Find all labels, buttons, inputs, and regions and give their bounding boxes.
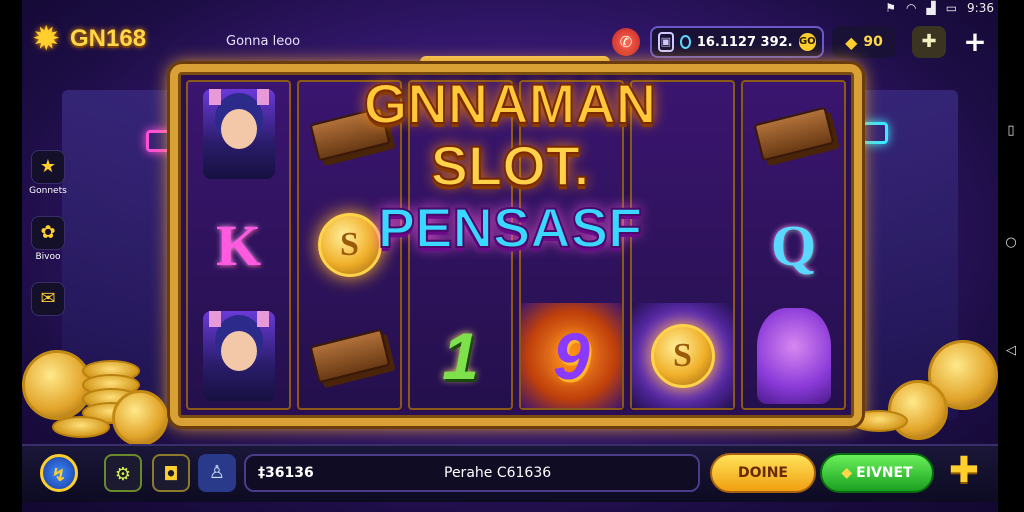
side-menu-label: Bivoo (35, 252, 61, 262)
add-button[interactable]: + (960, 28, 990, 58)
reel-cell: K (188, 193, 289, 298)
android-navbar: ▯ ○ ◁ (998, 0, 1024, 512)
coin-symbol: S (317, 213, 382, 277)
puzzle-button[interactable]: ✚ (912, 26, 946, 58)
side-menu-item-bivoo[interactable]: ✿ Bivoo (28, 216, 68, 262)
logo-text: GN168 (70, 25, 147, 52)
person-icon: ♙ (208, 462, 226, 483)
invest-label: EIVNET (856, 465, 913, 481)
back-button[interactable]: ◁ (1004, 344, 1018, 358)
number-symbol: 9 (553, 318, 590, 393)
reel-cell (743, 303, 844, 408)
reel-cell: 1 (410, 303, 511, 408)
side-menu-item-mail[interactable]: ✉ (28, 282, 68, 316)
battery-icon: ▭ (945, 1, 958, 15)
notification-icon: ⚑ (885, 1, 896, 15)
number-symbol: 1 (442, 318, 479, 393)
sun-star-icon: ✹ (32, 19, 61, 59)
chat-button[interactable]: ◘ (152, 454, 190, 492)
hero-symbol (202, 310, 275, 401)
wallet-icon: ▣ (658, 32, 674, 52)
wifi-icon: ◠ (905, 1, 917, 15)
invest-button[interactable]: ◆ EIVNET (820, 453, 934, 493)
reel-cell (521, 193, 622, 298)
coin-pile-right (848, 340, 998, 450)
reel-cell (410, 193, 511, 298)
reel-cell (188, 82, 289, 187)
reel-cell (299, 82, 400, 187)
reel-5: S (630, 80, 735, 410)
side-menu-item-gonnets[interactable]: ★ Gonnets (28, 150, 68, 196)
reel-3: 1 (408, 80, 513, 410)
reel-2: S (297, 80, 402, 410)
envelope-icon: ✉ (31, 282, 65, 316)
status-time: 9:36 (967, 1, 994, 15)
reel-6: Q (741, 80, 846, 410)
balance-amount: 16.1127 392. (696, 34, 793, 50)
reel-frame: K S 1 9 S Q (170, 64, 862, 426)
star-badge-icon: ★ (31, 150, 65, 184)
profile-button[interactable]: ♙ (198, 454, 236, 492)
logo: ✹ GN168 (32, 22, 146, 56)
gem-icon: ◆ (841, 465, 853, 481)
reel-cell-highlight: 9 (521, 303, 622, 409)
gem-counter[interactable]: ◆ 90 (832, 26, 896, 58)
status-bar: ⚑ ◠ ▟ ▭ 9:36 (885, 0, 994, 16)
gold-bar-symbol (309, 328, 390, 384)
reel-cell (521, 82, 622, 187)
reel-cell: S (299, 193, 400, 298)
puzzle-icon: ✚ (921, 31, 937, 52)
reel-4: 9 (519, 80, 624, 410)
bet-label: Perahe C61636 (444, 465, 552, 481)
lucky-bag-icon: ✿ (31, 216, 65, 250)
gear-icon: ⚙ (114, 464, 132, 485)
neon-sign-left (146, 130, 172, 152)
balance-go-button[interactable]: GO (798, 33, 816, 51)
autospin-button[interactable]: ↯ (40, 454, 78, 492)
bet-display[interactable]: ‡36136 Perahe C61636 (244, 454, 700, 492)
letter-symbol: Q (770, 212, 817, 278)
gold-bar-symbol (309, 106, 390, 162)
reel-cell (410, 82, 511, 187)
neon-sign-right (862, 122, 888, 144)
phone-icon: ✆ (619, 33, 633, 51)
coin-pile-left (22, 350, 172, 450)
reel-cell (188, 303, 289, 408)
bottom-bar: ↯ ⚙ ◘ ♙ ‡36136 Perahe C61636 DOINE ◆ EIVN… (22, 444, 998, 502)
chat-icon: ◘ (163, 464, 179, 485)
gold-gem-icon: ◆ (845, 32, 858, 52)
hero-symbol (202, 89, 275, 180)
letter-symbol: K (215, 212, 262, 278)
done-button[interactable]: DOINE (710, 453, 816, 493)
coin-symbol: S (650, 323, 715, 388)
reel-cell: Q (743, 193, 844, 298)
add-bet-button[interactable]: ✚ (944, 452, 984, 492)
reel-cell-highlight: S (632, 303, 733, 409)
reel-cell (299, 303, 400, 408)
globe-icon (679, 35, 691, 49)
recents-button[interactable]: ▯ (1004, 124, 1018, 138)
gold-bar-symbol (753, 106, 834, 162)
reel-1: K (186, 80, 291, 410)
balance-display[interactable]: ▣ 16.1127 392. GO (650, 26, 824, 58)
phone-button[interactable]: ✆ (612, 28, 640, 56)
signal-icon: ▟ (926, 1, 936, 15)
game-name: Gonna leoo (226, 34, 301, 49)
creature-symbol (756, 307, 831, 404)
bet-value: ‡36136 (258, 465, 314, 481)
side-menu-label: Gonnets (29, 186, 67, 196)
settings-button[interactable]: ⚙ (104, 454, 142, 492)
reel-cell (632, 82, 733, 187)
reel-cell (632, 193, 733, 298)
spin-icon: ↯ (51, 465, 67, 486)
gem-count: 90 (863, 34, 883, 50)
reels: K S 1 9 S Q (186, 80, 846, 410)
home-button[interactable]: ○ (1004, 236, 1018, 250)
reel-cell (743, 82, 844, 187)
